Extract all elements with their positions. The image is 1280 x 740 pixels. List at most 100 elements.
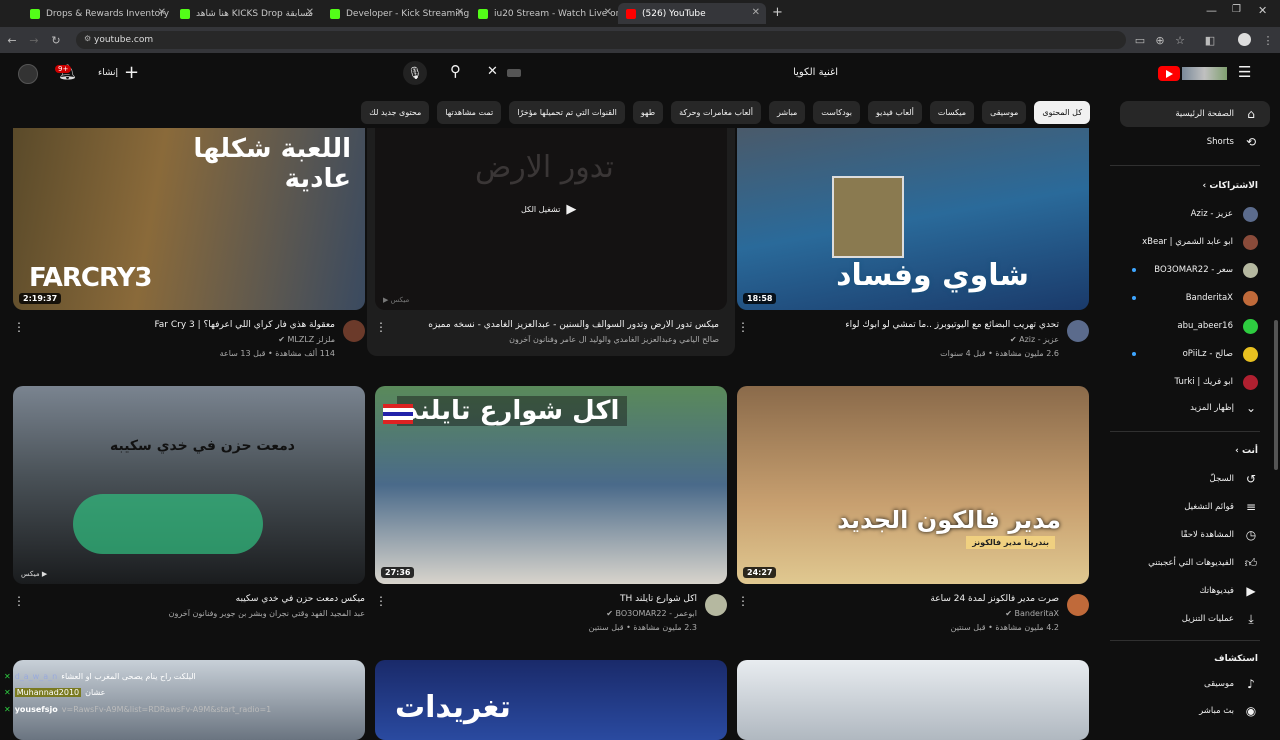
- video-thumbnail[interactable]: تدور الارض تشغيل الكل ▶ ▶ ميكس: [375, 128, 727, 310]
- video-title[interactable]: تحدي تهريب البضائع مع اليوتيوبرز ..ما تم…: [749, 320, 1059, 330]
- channel-avatar[interactable]: [705, 594, 727, 616]
- video-title[interactable]: ميكس تدور الارض وتدور السوالف والسنين - …: [389, 320, 719, 330]
- extensions-icon[interactable]: ◧: [1200, 34, 1220, 47]
- more-actions-icon[interactable]: ⋮: [375, 320, 387, 334]
- sidebar-item-subscription[interactable]: عزيز - Aziz: [1120, 201, 1270, 227]
- keyboard-icon[interactable]: [507, 69, 521, 77]
- subscriptions-heading[interactable]: الاشتراكات ›: [1203, 181, 1259, 191]
- sidebar-item-home[interactable]: ⌂ الصفحة الرئيسية: [1120, 101, 1270, 127]
- close-icon[interactable]: ✕: [158, 7, 166, 18]
- minimize-icon[interactable]: —: [1206, 4, 1217, 17]
- avatar[interactable]: [18, 64, 38, 84]
- channel-name[interactable]: ملزلز MLZLZ ✔: [278, 335, 335, 344]
- you-heading[interactable]: أنت ›: [1235, 446, 1258, 456]
- sidebar-item-shorts[interactable]: ⟲ Shorts: [1120, 129, 1270, 155]
- chip[interactable]: ألعاب مغامرات وحركة: [671, 101, 762, 124]
- channel-name[interactable]: عبد المجيد الفهد وقتي نجران وبشر بن جوير…: [25, 609, 365, 618]
- chip[interactable]: ميكسات: [929, 101, 975, 124]
- browser-tab[interactable]: هنا شاهد KICKS Drop مسابقة ✕: [172, 3, 320, 24]
- browser-tab[interactable]: Developer - Kick Streaming ✕: [322, 3, 470, 24]
- forward-icon[interactable]: →: [24, 34, 44, 47]
- channel-avatar[interactable]: [1067, 594, 1089, 616]
- play-all-button[interactable]: تشغيل الكل ▶: [521, 202, 576, 217]
- close-icon[interactable]: ✕: [604, 7, 612, 18]
- video-thumbnail[interactable]: مدير فالكون الجديد بندريتا مدير فالكونز …: [737, 386, 1089, 584]
- video-title[interactable]: صرت مدير فالكونز لمدة 24 ساعة: [749, 594, 1059, 604]
- more-actions-icon[interactable]: ⋮: [13, 594, 25, 608]
- zoom-icon[interactable]: ⊕: [1150, 34, 1170, 47]
- video-title[interactable]: اكل شوارع تايلند TH: [387, 594, 697, 604]
- chip[interactable]: بودكاست: [813, 101, 861, 124]
- youtube-logo-icon[interactable]: [1158, 66, 1180, 81]
- cast-icon[interactable]: ▭: [1130, 34, 1150, 47]
- sidebar-item-subscription[interactable]: abu_abeer16: [1120, 313, 1270, 339]
- sidebar-item-subscription[interactable]: ابو فريك | Turki: [1120, 369, 1270, 395]
- maximize-icon[interactable]: ❐: [1232, 4, 1241, 15]
- video-thumbnail[interactable]: شاوي وفساد 18:58: [737, 128, 1089, 310]
- create-button[interactable]: إنشاء +: [98, 64, 139, 82]
- site-info-icon[interactable]: ⚙: [84, 34, 91, 43]
- video-thumbnail[interactable]: اكل شوارع تايلند 27:36: [375, 386, 727, 584]
- chip[interactable]: تمت مشاهدتها: [437, 101, 502, 124]
- new-tab-icon[interactable]: +: [772, 5, 783, 20]
- chip[interactable]: طهو: [632, 101, 664, 124]
- sidebar-item-liked-videos[interactable]: 👍︎ الفيديوهات التي أعجبتني: [1120, 550, 1270, 576]
- sidebar-item-subscription[interactable]: صالح - oPiiLz: [1120, 341, 1270, 367]
- close-icon[interactable]: ✕: [752, 7, 760, 18]
- browser-tab[interactable]: Drops & Rewards Inventory - Ki✕: [22, 3, 172, 24]
- channel-avatar[interactable]: [1067, 320, 1089, 342]
- sidebar-item-downloads[interactable]: ⤓ عمليات التنزيل: [1120, 606, 1270, 632]
- channel-name[interactable]: عزيز - Aziz ✔: [1010, 335, 1059, 344]
- back-icon[interactable]: ←: [2, 34, 22, 47]
- more-actions-icon[interactable]: ⋮: [737, 594, 749, 608]
- search-icon[interactable]: ⚲: [450, 62, 461, 80]
- video-title[interactable]: معقولة هذي فار كراي اللي اعرفها؟ | Far C…: [25, 320, 335, 330]
- chip[interactable]: القنوات التي تم تحميلها مؤخرًا: [509, 101, 625, 124]
- sidebar-item-your-videos[interactable]: ▶ فيديوهاتك: [1120, 578, 1270, 604]
- browser-menu-icon[interactable]: ⋮: [1258, 34, 1278, 47]
- sidebar-item-playlists[interactable]: ≡ قوائم التشغيل: [1120, 494, 1270, 520]
- mic-icon[interactable]: 🎙︎: [403, 61, 427, 85]
- channel-avatar[interactable]: [343, 320, 365, 342]
- profile-avatar[interactable]: [1238, 33, 1251, 46]
- browser-tab[interactable]: iu20 Stream - Watch Live on Ki✕: [470, 3, 618, 24]
- window-close-icon[interactable]: ✕: [1258, 4, 1267, 17]
- chip[interactable]: محتوى جديد لك: [361, 101, 430, 124]
- search-input[interactable]: اغنية الكويا: [530, 59, 850, 88]
- sidebar-item-subscription[interactable]: ابو عابد الشمري | xBear: [1120, 229, 1270, 255]
- video-thumbnail[interactable]: اللعبة شكلها عادية FARCRY3 2:19:37: [13, 128, 365, 310]
- verified-icon: ✔: [606, 609, 613, 618]
- show-more-button[interactable]: ⌄ إظهار المزيد: [1120, 395, 1270, 421]
- clear-search-icon[interactable]: ✕: [487, 64, 498, 79]
- more-actions-icon[interactable]: ⋮: [737, 320, 749, 334]
- bookmark-star-icon[interactable]: ☆: [1170, 34, 1190, 47]
- more-actions-icon[interactable]: ⋮: [375, 594, 387, 608]
- close-icon[interactable]: ✕: [456, 7, 464, 18]
- chip[interactable]: موسيقى: [982, 101, 1027, 124]
- video-thumbnail[interactable]: تغريدات: [375, 660, 727, 740]
- sidebar-item-watch-later[interactable]: ◷ المشاهدة لاحقًا: [1120, 522, 1270, 548]
- channel-name[interactable]: صالح اليامي وعبدالعزيز الغامدي والوليد ا…: [389, 335, 719, 344]
- video-title[interactable]: ميكس دمعت حزن في خدي سكيبه: [25, 594, 365, 604]
- more-actions-icon[interactable]: ⋮: [13, 320, 25, 334]
- sidebar-item-live[interactable]: ◉ بث مباشر: [1120, 698, 1270, 724]
- menu-hamburger-icon[interactable]: ☰: [1238, 63, 1251, 81]
- chip[interactable]: ألعاب فيديو: [868, 101, 922, 124]
- channel-name[interactable]: BanderitaX ✔: [1005, 609, 1059, 618]
- browser-tab-active[interactable]: (526) YouTube ✕: [618, 3, 766, 24]
- verified-icon: ✔: [1009, 335, 1017, 344]
- url-field[interactable]: youtube.com: [76, 31, 1126, 49]
- channel-name[interactable]: ابوعمر - BO3OMAR22 ✔: [606, 609, 697, 618]
- chip[interactable]: مباشر: [769, 101, 806, 124]
- youtube-doodle-logo[interactable]: [1182, 67, 1227, 80]
- video-thumbnail[interactable]: [737, 660, 1089, 740]
- sidebar-item-subscription[interactable]: سعر - BO3OMAR22: [1120, 257, 1270, 283]
- scrollbar-thumb[interactable]: [1274, 320, 1278, 470]
- sidebar-item-history[interactable]: ↺ السجلّ: [1120, 466, 1270, 492]
- sidebar-item-music[interactable]: ♪ موسيقى: [1120, 671, 1270, 697]
- sidebar-item-subscription[interactable]: BanderitaX: [1120, 285, 1270, 311]
- chip-all[interactable]: كل المحتوى: [1034, 101, 1090, 124]
- reload-icon[interactable]: ↻: [46, 34, 66, 47]
- close-icon[interactable]: ✕: [306, 7, 314, 18]
- video-thumbnail[interactable]: دمعت حزن في خدي سكيبه ميكس ▶: [13, 386, 365, 584]
